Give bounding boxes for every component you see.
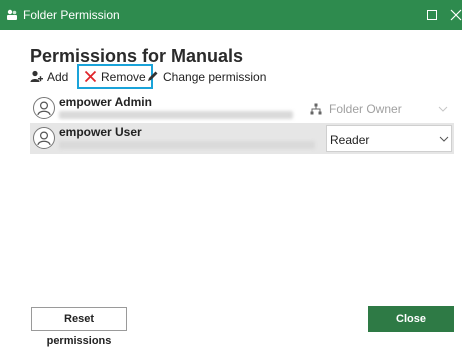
remove-x-icon: [84, 70, 97, 83]
add-button[interactable]: Add: [30, 64, 68, 89]
user-name: empower Admin: [59, 95, 152, 109]
change-permission-label: Change permission: [163, 69, 267, 84]
add-label: Add: [47, 69, 69, 84]
add-user-icon: [30, 70, 43, 83]
chevron-down-icon: [439, 134, 449, 144]
folder-people-icon: [6, 9, 18, 21]
close-window-button[interactable]: [446, 5, 462, 25]
permission-select[interactable]: Reader: [326, 125, 452, 152]
user-email-redacted: [59, 111, 293, 119]
title-bar: Folder Permission: [0, 0, 462, 30]
remove-button[interactable]: Remove: [77, 64, 153, 89]
user-row-admin[interactable]: empower Admin Folder Owner: [30, 93, 454, 124]
user-email-redacted: [59, 141, 315, 149]
hierarchy-icon: [310, 103, 322, 115]
chevron-down-icon: [438, 104, 448, 114]
reset-permissions-button[interactable]: Reset permissions: [31, 307, 127, 347]
close-button[interactable]: Close: [368, 306, 454, 332]
window-title: Folder Permission: [23, 8, 120, 22]
maximize-icon: [427, 10, 437, 20]
permission-label: Folder Owner: [329, 102, 402, 116]
remove-label: Remove: [101, 69, 146, 84]
user-row-user[interactable]: empower User Reader: [30, 123, 454, 154]
avatar-icon: [33, 97, 55, 119]
maximize-button[interactable]: [422, 5, 442, 25]
user-name: empower User: [59, 125, 142, 139]
avatar-icon: [33, 127, 55, 149]
close-icon: [450, 9, 462, 21]
pencil-icon: [146, 70, 159, 83]
permission-select-value: Reader: [330, 133, 370, 147]
change-permission-button[interactable]: Change permission: [146, 64, 266, 89]
